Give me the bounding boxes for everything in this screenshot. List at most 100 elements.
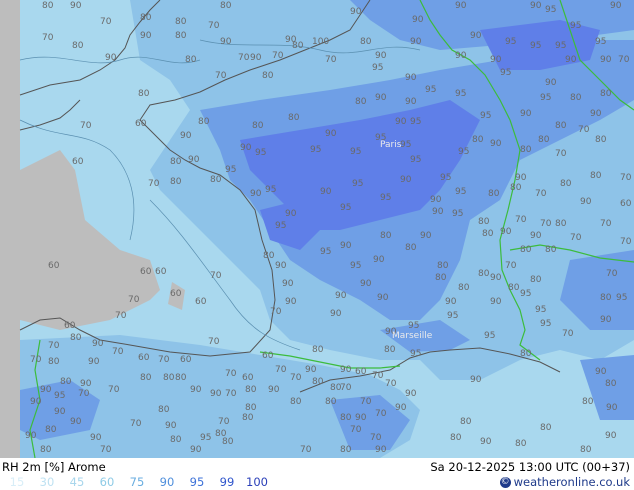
isoline-label: 95	[372, 63, 383, 73]
isoline-label: 80	[520, 349, 532, 359]
isoline-label: 90	[240, 143, 252, 153]
isoline-label: 90	[432, 207, 444, 217]
isoline-label: 95	[540, 93, 551, 103]
isoline-label: 70	[215, 71, 227, 81]
isoline-label: 80	[252, 121, 264, 131]
isoline-label: 90	[530, 1, 542, 11]
isoline-label: 70	[360, 397, 372, 407]
isoline-label: 80	[170, 157, 182, 167]
isoline-label: 70	[130, 419, 142, 429]
isoline-label: 90	[515, 173, 527, 183]
isoline-label: 95	[310, 145, 321, 155]
isoline-label: 90	[600, 55, 612, 65]
isoline-label: 90	[92, 339, 104, 349]
isoline-label: 70	[210, 271, 222, 281]
isoline-label: 70	[108, 385, 120, 395]
isoline-label: 90	[590, 109, 602, 119]
isoline-label: 60	[140, 267, 152, 277]
isoline-label: 90	[350, 7, 362, 17]
isoline-label: 90	[545, 78, 557, 88]
isoline-label: 95	[520, 289, 531, 299]
isoline-label: 70	[505, 261, 517, 271]
isoline-label: 80	[545, 245, 557, 255]
isoline-label: 60	[262, 351, 274, 361]
isoline-label: 70	[100, 17, 112, 27]
isoline-label: 60	[64, 321, 76, 331]
isoline-label: 80	[170, 435, 182, 445]
legend-entry-75: 75	[129, 475, 145, 489]
isoline-label: 90	[520, 109, 532, 119]
isoline-label: 90	[410, 37, 422, 47]
isoline-label: 90	[275, 261, 287, 271]
isoline-label: 80	[42, 1, 54, 11]
credit-link[interactable]: © weatheronline.co.uk	[499, 475, 630, 489]
isoline-label: 90	[360, 279, 372, 289]
isoline-label: 95	[458, 147, 469, 157]
isoline-label: 80	[530, 275, 542, 285]
isoline-label: 95	[320, 247, 331, 257]
isoline-label: 95	[535, 305, 546, 315]
isoline-label: 95	[400, 140, 411, 150]
isoline-label: 100	[312, 37, 329, 47]
isoline-label: 80	[355, 97, 367, 107]
legend-entry-60: 60	[99, 475, 115, 489]
isoline-label: 80	[48, 357, 60, 367]
isoline-label: 90	[220, 37, 232, 47]
isoline-label: 90	[375, 51, 387, 61]
isoline-label: 70	[290, 373, 302, 383]
isoline-label: 90	[606, 403, 618, 413]
isoline-label: 90	[490, 139, 502, 149]
isoline-label: 80	[220, 1, 232, 11]
isoline-label: 90	[490, 273, 502, 283]
isoline-label: 80	[580, 445, 592, 455]
isoline-label: 80	[450, 433, 462, 443]
isoline-label: 90	[188, 155, 200, 165]
isoline-label: 90	[530, 231, 542, 241]
isoline-label: 90	[210, 389, 222, 399]
isoline-label: 90	[480, 437, 492, 447]
isoline-label: 80	[312, 377, 324, 387]
isoline-label: 95	[380, 193, 391, 203]
isoline-label: 70	[578, 125, 590, 135]
outside-domain-strip	[0, 0, 20, 458]
isoline-label: 95	[352, 179, 363, 189]
isoline-label: 80	[595, 135, 607, 145]
isoline-label: 80	[435, 273, 447, 283]
isoline-label: 70	[570, 233, 582, 243]
isoline-label: 80	[175, 31, 187, 41]
isoline-label: 95	[275, 221, 286, 231]
isoline-label: 95	[54, 391, 65, 401]
isoline-label: 70	[300, 445, 312, 455]
color-legend: 15 30 45 60 75 90 95 99 100	[2, 475, 272, 489]
isoline-label: 90	[250, 189, 262, 199]
isoline-label: 90	[470, 375, 482, 385]
isoline-label: 70	[372, 371, 384, 381]
legend-entry-15: 15	[9, 475, 25, 489]
isoline-label: 95	[505, 37, 516, 47]
legend-entry-30: 30	[39, 475, 55, 489]
isoline-label: Paris	[380, 140, 402, 150]
isoline-label: 90	[70, 417, 82, 427]
isoline-label: 80	[520, 145, 532, 155]
isoline-label: 90	[395, 403, 407, 413]
isoline-label: 70	[158, 355, 170, 365]
isoline-label: 95	[447, 311, 458, 321]
isoline-label: 70	[618, 55, 630, 65]
legend-entry-45: 45	[69, 475, 85, 489]
isoline-label: 90	[470, 31, 482, 41]
isoline-label: 60	[620, 199, 632, 209]
isoline-label: 70	[606, 269, 618, 279]
isoline-label: 90	[490, 297, 502, 307]
isoline-label: 90	[180, 131, 192, 141]
isoline-label: 80	[437, 261, 449, 271]
isoline-label: 70	[218, 417, 230, 427]
forecast-datetime: Sa 20-12-2025 13:00 UTC (00+37)	[430, 460, 630, 474]
isoline-label: 80	[325, 397, 337, 407]
isoline-label: 90	[373, 255, 385, 265]
isoline-label: 80	[538, 135, 550, 145]
isoline-label: 80	[340, 445, 352, 455]
isoline-label: 80	[605, 379, 617, 389]
isoline-label: 90	[320, 187, 332, 197]
isoline-label: 80	[60, 377, 72, 387]
isoline-label: 80	[175, 373, 187, 383]
